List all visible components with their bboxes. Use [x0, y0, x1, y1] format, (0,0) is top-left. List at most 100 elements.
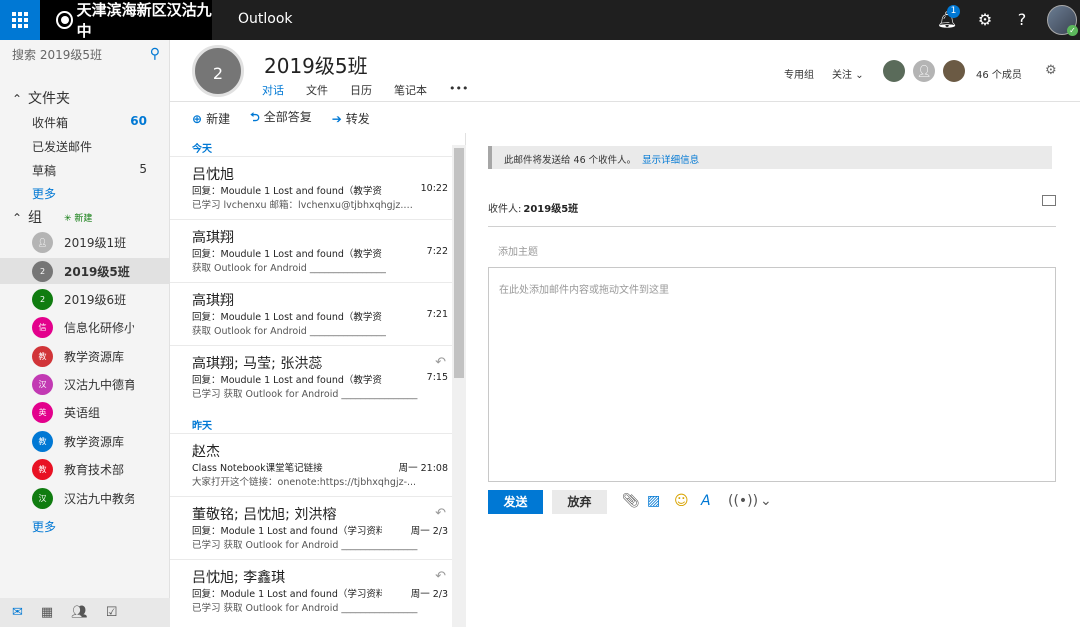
- group-avatar: 2: [32, 289, 53, 310]
- presence-icon: ✓: [1067, 25, 1078, 36]
- group-item[interactable]: 汉汉沽九中德育: [0, 371, 170, 397]
- drafts-count: 5: [139, 162, 147, 176]
- message-body[interactable]: 在此处添加邮件内容或拖动文件到这里: [488, 267, 1056, 482]
- search-input[interactable]: 搜索 2019级5班: [12, 48, 102, 62]
- subject-field[interactable]: 添加主题: [498, 243, 538, 258]
- timestamp: 周一 2/3: [410, 526, 448, 537]
- sender: 吕忱旭; 李鑫琪: [192, 570, 286, 586]
- org-name: 天津滨海新区汉沽九中: [76, 1, 212, 40]
- paperclip-icon[interactable]: 📎︎: [622, 493, 640, 509]
- mail-icon[interactable]: ✉: [12, 605, 23, 620]
- page-title: 2019级5班: [264, 54, 368, 78]
- group-item[interactable]: 教教学资源库: [0, 428, 170, 454]
- group-item[interactable]: 教教学资源库: [0, 343, 170, 369]
- divider: [488, 226, 1056, 227]
- people-icon[interactable]: 👥︎: [71, 605, 88, 620]
- more-tabs-button[interactable]: •••: [449, 82, 468, 98]
- to-label: 收件人:: [488, 204, 522, 215]
- tab-calendar[interactable]: 日历: [350, 82, 372, 98]
- group-avatar: 👤︎: [32, 232, 53, 253]
- group-label: 教育技术部: [64, 463, 125, 477]
- subject: 回复：Moudule 1 Lost and found（教学资料: [192, 375, 382, 386]
- search-box[interactable]: 搜索 2019级5班 ⚲: [0, 40, 170, 72]
- search-icon[interactable]: ⚲: [150, 46, 160, 62]
- subject: 回复：Moudule 1 Lost and found（教学资料: [192, 249, 382, 260]
- tab-notebook[interactable]: 笔记本: [394, 82, 427, 98]
- preview: 已学习 获取 Outlook for Android _____________…: [192, 540, 418, 551]
- preview: 已学习 lvchenxu 邮箱：lvchenxu@tjbhxqhgjz.par.…: [192, 200, 418, 211]
- folder-inbox[interactable]: 收件箱: [32, 114, 68, 131]
- calendar-icon[interactable]: ▦: [41, 605, 53, 620]
- members-link[interactable]: 46 个成员: [976, 66, 1022, 81]
- show-details-link[interactable]: 显示详细信息: [642, 155, 699, 166]
- arrow-right-icon: ➔: [331, 111, 342, 126]
- forward-button[interactable]: ➔ 转发: [332, 110, 370, 127]
- scrollbar[interactable]: [452, 145, 466, 627]
- group-item[interactable]: 英英语组: [0, 399, 170, 425]
- preview: 大家打开这个链接：onenote:https://tjbhxqhgjz-...: [192, 477, 417, 488]
- group-item-selected[interactable]: 2 2019级5班: [0, 258, 170, 284]
- chevron-down-icon[interactable]: ⌄: [760, 493, 772, 509]
- folder-drafts[interactable]: 草稿: [32, 162, 56, 179]
- new-group-button[interactable]: ✳ 新建: [64, 211, 92, 224]
- scrollbar-thumb[interactable]: [454, 148, 464, 378]
- image-icon[interactable]: ▨: [647, 493, 660, 509]
- list-item[interactable]: 高琪翔; 马莹; 张洪蕊 ↶ 回复：Moudule 1 Lost and fou…: [170, 345, 452, 407]
- to-value: 2019级5班: [523, 204, 579, 215]
- preview: 已学习 获取 Outlook for Android _____________…: [192, 389, 418, 400]
- group-item[interactable]: 👤︎ 2019级1班: [0, 229, 170, 255]
- group-avatar: 汉: [32, 374, 53, 395]
- send-button[interactable]: 发送: [488, 490, 543, 514]
- folders-heading[interactable]: ⌃ 文件夹: [12, 88, 70, 108]
- tab-conversations[interactable]: 对话: [262, 82, 284, 98]
- reply-all-button[interactable]: ⮌ 全部答复: [250, 108, 312, 129]
- member-avatar[interactable]: [943, 60, 965, 82]
- member-avatar[interactable]: [883, 60, 905, 82]
- app-name[interactable]: Outlook: [238, 11, 293, 27]
- group-item[interactable]: 教教育技术部: [0, 456, 170, 482]
- group-label: 教学资源库: [64, 435, 125, 449]
- gear-icon[interactable]: ⚙︎: [974, 9, 996, 31]
- day-header: 昨天: [192, 421, 212, 432]
- format-text-icon[interactable]: A: [701, 493, 711, 509]
- list-item[interactable]: 高琪翔 回复：Moudule 1 Lost and found（教学资料 7:2…: [170, 219, 452, 281]
- chevron-up-icon: ⌃: [12, 211, 23, 225]
- list-item[interactable]: 赵杰 Class Notebook课堂笔记链接 周一 21:08 大家打开这个链…: [170, 433, 452, 495]
- sender: 高琪翔; 马莹; 张洪蕊: [192, 356, 323, 372]
- group-avatar: 英: [32, 402, 53, 423]
- group-label: 信息化研修小: [64, 321, 134, 335]
- timestamp: 7:21: [426, 309, 448, 320]
- more-groups-link[interactable]: 更多: [32, 518, 56, 535]
- help-icon[interactable]: ?: [1011, 9, 1033, 31]
- org-logo[interactable]: 天津滨海新区汉沽九中: [40, 0, 212, 40]
- group-label: 英语组: [64, 406, 101, 420]
- member-avatar[interactable]: 👤︎: [913, 60, 935, 82]
- new-button[interactable]: ⊕ 新建: [192, 110, 230, 127]
- avatar[interactable]: ✓: [1047, 5, 1078, 36]
- body-placeholder: 在此处添加邮件内容或拖动文件到这里: [499, 285, 669, 296]
- group-item[interactable]: 信信息化研修小: [0, 314, 170, 340]
- gear-icon[interactable]: ⚙︎: [1045, 63, 1057, 78]
- discard-button[interactable]: 放弃: [552, 490, 607, 514]
- group-item[interactable]: 汉汉沽九中教务: [0, 485, 170, 511]
- to-line[interactable]: 收件人: 2019级5班: [488, 200, 578, 215]
- group-actions: 专用组 关注 ⌄ 👤︎ 46 个成员 ⚙︎: [780, 55, 1080, 85]
- broadcast-icon[interactable]: ((•)): [728, 493, 758, 509]
- list-item[interactable]: 董敬铭; 吕忱旭; 刘洪榕 ↶ 回复：Module 1 Lost and fou…: [170, 496, 452, 558]
- list-item[interactable]: 吕忱旭; 李鑫琪 ↶ 回复：Module 1 Lost and found（学习…: [170, 559, 452, 621]
- app-launcher-button[interactable]: [0, 0, 40, 40]
- emoji-icon[interactable]: ☺: [674, 493, 689, 509]
- groups-heading[interactable]: ⌃ 组: [12, 207, 42, 227]
- tab-files[interactable]: 文件: [306, 82, 328, 98]
- follow-button[interactable]: 关注 ⌄: [832, 66, 864, 81]
- sender: 高琪翔: [192, 230, 234, 246]
- folder-sent[interactable]: 已发送邮件: [32, 138, 92, 155]
- group-item[interactable]: 2 2019级6班: [0, 286, 170, 312]
- tasks-icon[interactable]: ☑: [106, 605, 118, 620]
- subject: 回复：Module 1 Lost and found（学习资料: [192, 526, 382, 537]
- list-item[interactable]: 高琪翔 回复：Moudule 1 Lost and found（教学资料 7:2…: [170, 282, 452, 344]
- list-item[interactable]: 吕忱旭 回复：Moudule 1 Lost and found（教学资料 10:…: [170, 156, 452, 218]
- more-folders-link[interactable]: 更多: [32, 185, 56, 202]
- group-label: 汉沽九中德育: [64, 378, 134, 392]
- popout-icon[interactable]: [1042, 195, 1056, 206]
